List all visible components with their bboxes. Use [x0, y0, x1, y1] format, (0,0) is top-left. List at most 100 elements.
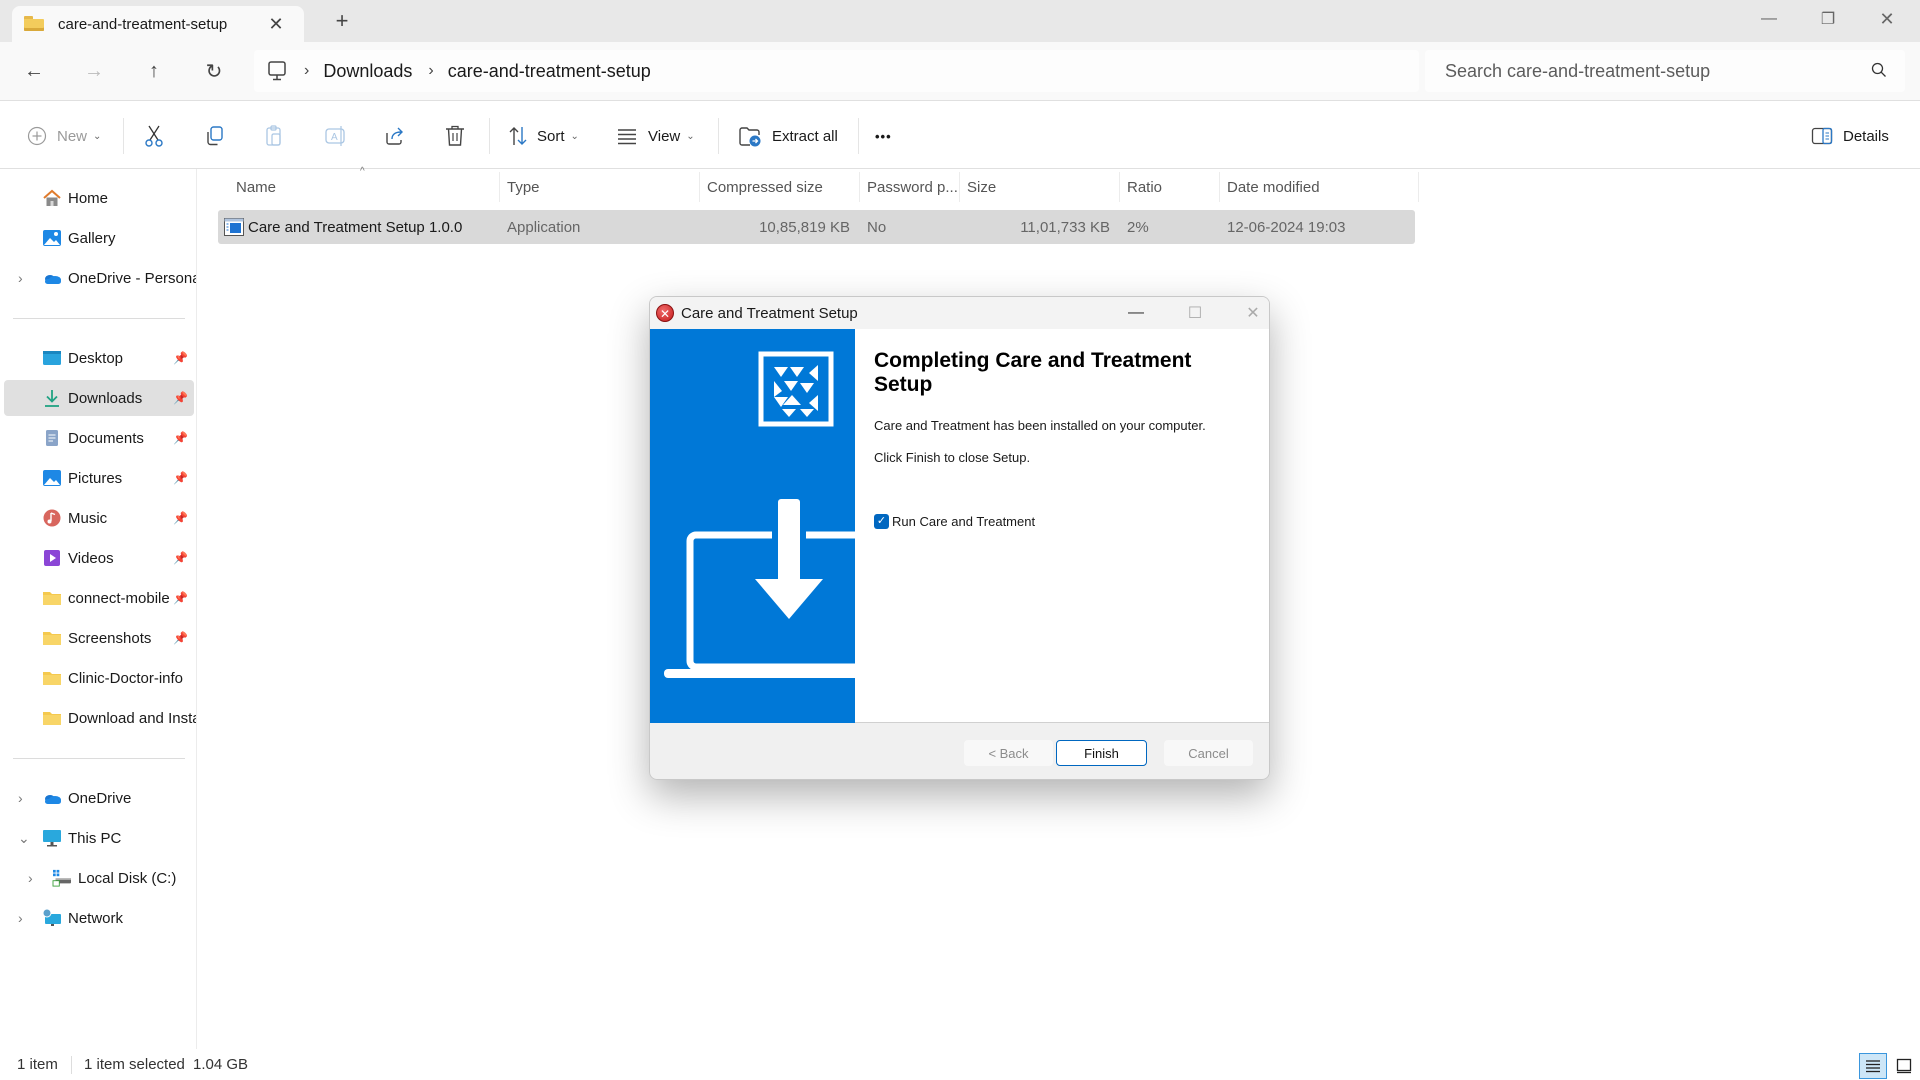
sidebar-item-downloads[interactable]: Downloads 📌 — [4, 380, 194, 416]
new-button[interactable]: New ⌄ — [27, 120, 101, 152]
copy-button[interactable] — [204, 120, 226, 152]
sort-button[interactable]: Sort ⌄ — [507, 120, 579, 152]
view-button[interactable]: View ⌄ — [616, 120, 695, 152]
column-divider[interactable] — [699, 172, 700, 202]
search-icon[interactable] — [1871, 62, 1887, 78]
address-bar[interactable]: › Downloads › care-and-treatment-setup — [254, 50, 1419, 92]
file-ratio: 2% — [1127, 218, 1149, 236]
setup-app-icon: ✕ — [656, 304, 674, 322]
sidebar-item-videos[interactable]: Videos 📌 — [4, 540, 194, 576]
disk-icon — [52, 869, 71, 887]
sort-ascending-indicator: ^ — [360, 166, 365, 177]
sidebar-item-documents[interactable]: Documents 📌 — [4, 420, 194, 456]
column-header-date-modified[interactable]: Date modified — [1227, 176, 1320, 198]
cancel-button[interactable]: Cancel — [1164, 740, 1253, 766]
network-icon — [42, 909, 61, 926]
new-tab-button[interactable]: + — [330, 10, 354, 34]
pin-icon[interactable]: 📌 — [173, 591, 188, 605]
breadcrumb-downloads[interactable]: Downloads — [323, 61, 412, 82]
dialog-maximize-button[interactable]: ☐ — [1175, 299, 1215, 327]
search-input[interactable]: Search care-and-treatment-setup — [1445, 61, 1710, 82]
sidebar-item-local-disk-c[interactable]: › Local Disk (C:) — [14, 860, 204, 896]
minimize-button[interactable]: — — [1740, 0, 1798, 38]
column-header-size[interactable]: Size — [967, 176, 996, 198]
expand-chevron-icon[interactable]: › — [28, 870, 33, 886]
installer-banner — [650, 329, 855, 723]
breadcrumb-current[interactable]: care-and-treatment-setup — [448, 61, 651, 82]
pin-icon[interactable]: 📌 — [173, 471, 188, 485]
sidebar-item-onedrive[interactable]: › OneDrive — [4, 780, 194, 816]
dialog-body: Completing Care and Treatment Setup Care… — [650, 329, 1269, 723]
breadcrumb-separator: › — [428, 62, 434, 79]
pin-icon[interactable]: 📌 — [173, 511, 188, 525]
file-name[interactable]: Care and Treatment Setup 1.0.0 — [248, 210, 462, 244]
up-button[interactable]: ↑ — [137, 56, 171, 86]
column-divider[interactable] — [1119, 172, 1120, 202]
sidebar-item-home[interactable]: Home — [4, 180, 194, 216]
music-icon — [43, 509, 61, 527]
refresh-button[interactable]: ↻ — [197, 56, 231, 86]
column-divider[interactable] — [1219, 172, 1220, 202]
tab-close-button[interactable]: ✕ — [264, 12, 288, 36]
home-icon — [43, 189, 61, 206]
expand-chevron-icon[interactable]: › — [18, 790, 23, 806]
back-button[interactable]: < Back — [964, 740, 1053, 766]
search-box[interactable]: Search care-and-treatment-setup — [1425, 50, 1905, 92]
sort-icon — [509, 127, 527, 145]
dialog-minimize-button[interactable]: — — [1116, 299, 1156, 327]
column-divider[interactable] — [859, 172, 860, 202]
expand-chevron-icon[interactable]: › — [18, 270, 23, 286]
sidebar-item-connect-mobile[interactable]: connect-mobile 📌 — [4, 580, 194, 616]
forward-button[interactable]: → — [77, 56, 111, 86]
toolbar-divider — [123, 118, 124, 154]
sidebar-item-screenshots[interactable]: Screenshots 📌 — [4, 620, 194, 656]
expand-chevron-icon[interactable]: › — [18, 910, 23, 926]
more-options-button[interactable]: ••• — [875, 120, 892, 152]
gallery-icon — [43, 230, 61, 246]
sidebar-item-music[interactable]: Music 📌 — [4, 500, 194, 536]
column-header-password-protected[interactable]: Password p... — [867, 176, 958, 198]
sidebar-item-network[interactable]: › Network — [4, 900, 194, 936]
pin-icon[interactable]: 📌 — [173, 391, 188, 405]
details-pane-button[interactable]: Details — [1811, 120, 1889, 152]
checkbox-checked-icon[interactable]: ✓ — [874, 514, 889, 529]
sidebar-item-gallery[interactable]: Gallery — [4, 220, 194, 256]
sidebar-item-clinic-doctor-info[interactable]: Clinic-Doctor-info — [4, 660, 194, 696]
pin-icon[interactable]: 📌 — [173, 551, 188, 565]
tiles-view-icon — [1896, 1058, 1912, 1074]
sidebar-item-pictures[interactable]: Pictures 📌 — [4, 460, 194, 496]
column-divider[interactable] — [959, 172, 960, 202]
tiles-view-toggle[interactable] — [1891, 1053, 1917, 1079]
sidebar-item-download-and-install[interactable]: Download and Install — [4, 700, 196, 736]
details-view-toggle[interactable] — [1859, 1053, 1887, 1079]
column-header-type[interactable]: Type — [507, 176, 540, 198]
collapse-chevron-icon[interactable]: ⌄ — [18, 830, 30, 847]
cut-button[interactable] — [143, 120, 165, 152]
pin-icon[interactable]: 📌 — [173, 351, 188, 365]
column-header-name[interactable]: Name — [236, 176, 276, 198]
sidebar-item-this-pc[interactable]: ⌄ This PC — [4, 820, 194, 856]
finish-button[interactable]: Finish — [1056, 740, 1147, 766]
dialog-close-button[interactable]: ✕ — [1233, 299, 1269, 327]
run-app-checkbox[interactable]: ✓ Run Care and Treatment — [874, 514, 1035, 529]
setup-dialog: ✕ Care and Treatment Setup — ☐ ✕ Complet… — [649, 296, 1270, 780]
tab-care-and-treatment-setup[interactable]: care-and-treatment-setup ✕ — [12, 6, 304, 42]
rename-button[interactable]: A — [324, 120, 348, 152]
column-divider[interactable] — [499, 172, 500, 202]
column-header-ratio[interactable]: Ratio — [1127, 176, 1162, 198]
pin-icon[interactable]: 📌 — [173, 631, 188, 645]
sidebar-item-onedrive-personal[interactable]: › OneDrive - Personal — [4, 260, 196, 296]
sidebar-item-desktop[interactable]: Desktop 📌 — [4, 340, 194, 376]
close-window-button[interactable]: ✕ — [1858, 0, 1916, 38]
extract-all-button[interactable]: Extract all — [738, 120, 838, 152]
delete-button[interactable] — [444, 120, 466, 152]
column-header-compressed-size[interactable]: Compressed size — [707, 176, 823, 198]
column-divider[interactable] — [1418, 172, 1419, 202]
paste-button[interactable] — [264, 120, 286, 152]
run-app-checkbox-label: Run Care and Treatment — [892, 514, 1036, 529]
dialog-title-bar[interactable]: ✕ Care and Treatment Setup — ☐ ✕ — [650, 297, 1269, 329]
back-button[interactable]: ← — [17, 56, 51, 86]
share-button[interactable] — [384, 120, 406, 152]
pin-icon[interactable]: 📌 — [173, 431, 188, 445]
restore-button[interactable]: ❐ — [1799, 0, 1857, 38]
